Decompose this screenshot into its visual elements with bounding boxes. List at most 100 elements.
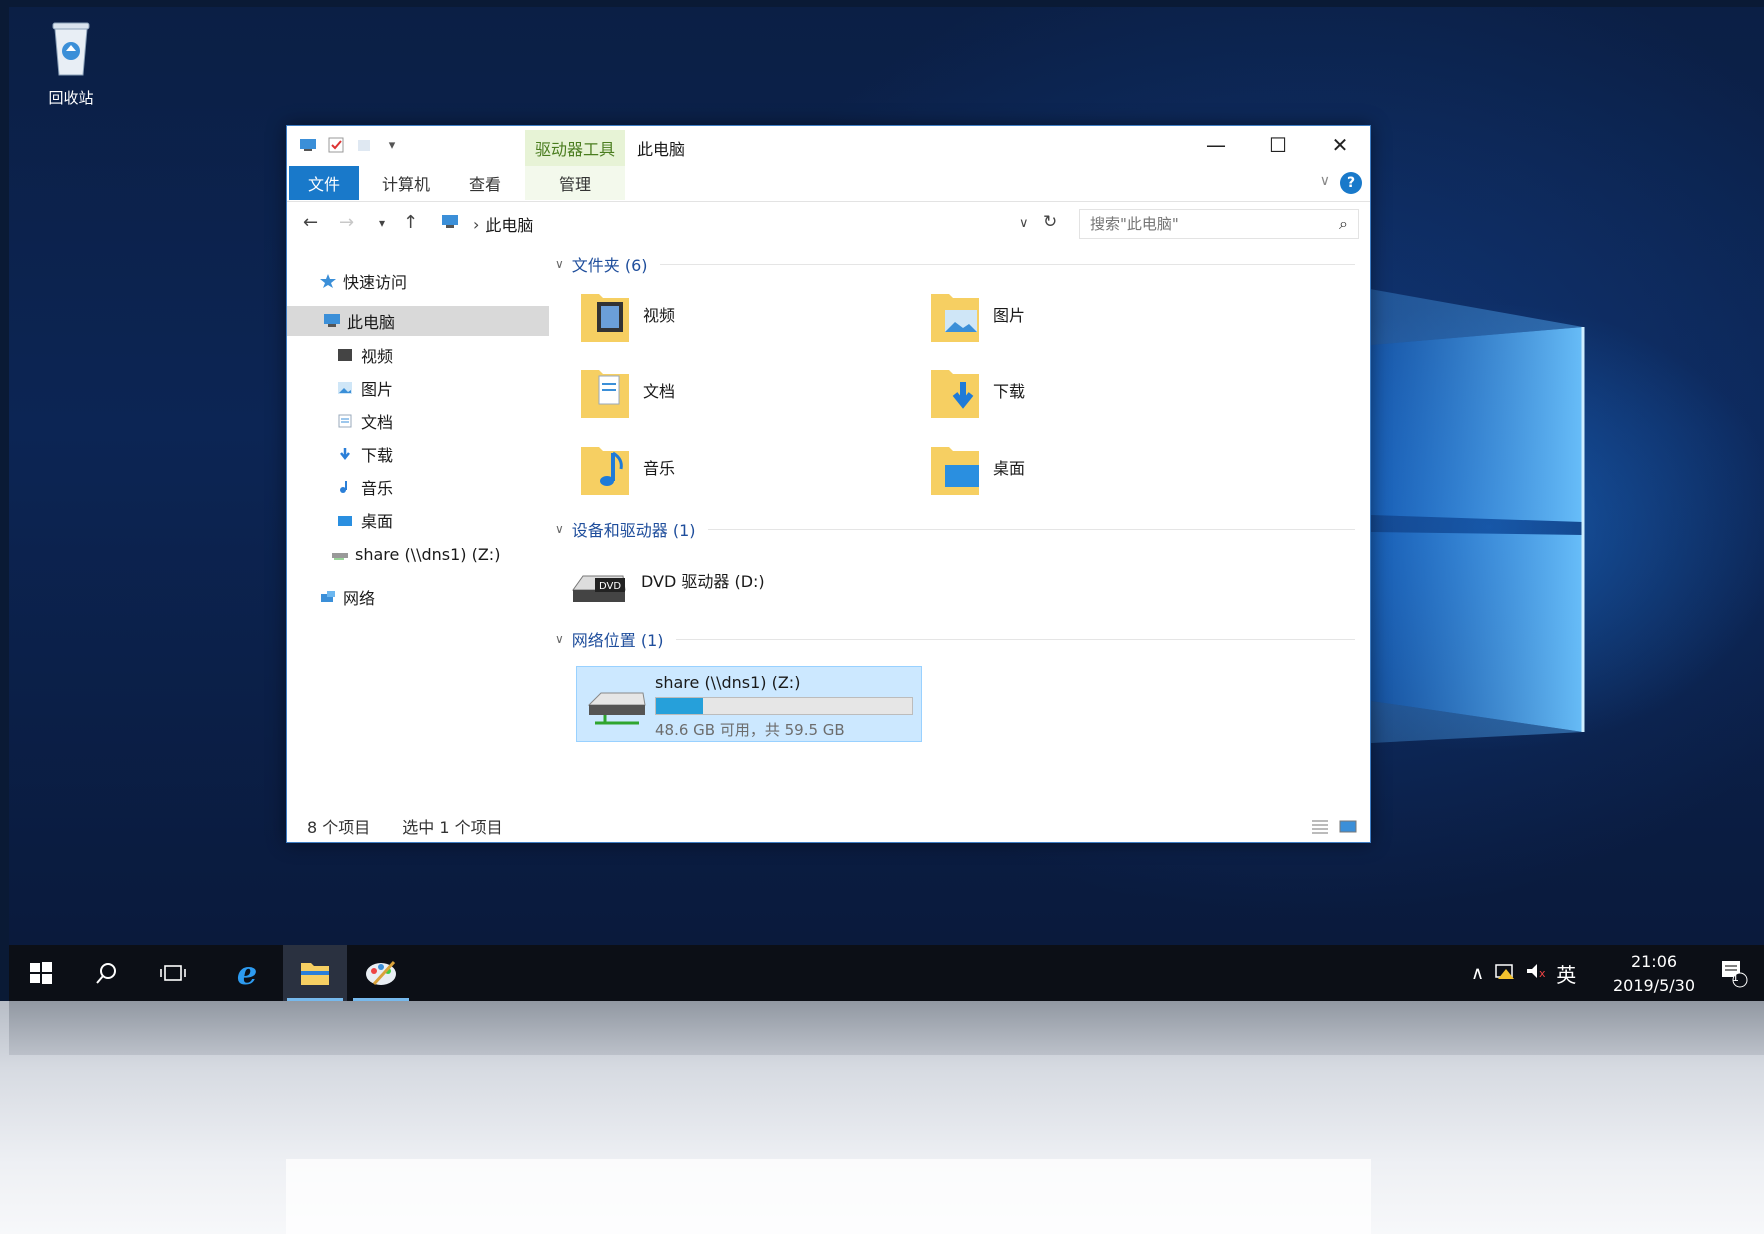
- tab-view[interactable]: 查看: [455, 166, 515, 200]
- search-input[interactable]: [1090, 215, 1320, 233]
- network-drive-icon: [331, 546, 349, 562]
- nav-item-desktop[interactable]: 桌面: [337, 505, 393, 535]
- search-icon[interactable]: ⌕: [1339, 214, 1348, 234]
- disk-usage-bar: [655, 697, 913, 715]
- selection-count: 选中 1 个项目: [402, 818, 503, 837]
- folder-desktop[interactable]: 桌面: [929, 437, 1025, 497]
- group-header-network-locations[interactable]: ∨ 网络位置 (1): [555, 627, 1355, 651]
- group-title: 网络位置 (1): [571, 631, 664, 650]
- new-folder-icon[interactable]: [353, 134, 375, 156]
- start-button[interactable]: [9, 945, 73, 1001]
- up-button[interactable]: ↑: [403, 212, 418, 233]
- details-view-icon[interactable]: [1310, 818, 1330, 834]
- tab-manage[interactable]: 管理: [525, 166, 625, 200]
- item-count: 8 个项目: [307, 818, 371, 837]
- breadcrumb-chevron-icon: ›: [473, 214, 480, 234]
- ribbon-tabs: 文件 计算机 查看 管理 ∨ ?: [287, 166, 1370, 202]
- this-pc-icon: [323, 313, 341, 329]
- folder-documents[interactable]: 文档: [579, 360, 675, 420]
- folder-videos[interactable]: 视频: [579, 284, 675, 344]
- recycle-bin[interactable]: 回收站: [31, 17, 111, 108]
- help-icon[interactable]: ?: [1340, 172, 1362, 194]
- folder-pictures[interactable]: 图片: [929, 284, 1025, 344]
- group-title: 设备和驱动器 (1): [571, 521, 696, 540]
- address-bar[interactable]: › 此电脑: [433, 209, 1057, 239]
- nav-item-label: share (\\dns1) (Z:): [355, 544, 501, 564]
- svg-text:e: e: [237, 956, 257, 990]
- minimize-button[interactable]: —: [1185, 126, 1247, 164]
- maximize-button[interactable]: ☐: [1247, 126, 1309, 164]
- window-title: 此电脑: [637, 140, 686, 159]
- nav-quick-access[interactable]: 快速访问: [319, 266, 549, 296]
- downloads-folder-icon: [931, 370, 979, 418]
- close-button[interactable]: ✕: [1309, 126, 1371, 164]
- task-view-button[interactable]: [141, 945, 205, 1001]
- expand-ribbon-icon[interactable]: ∨: [1320, 173, 1330, 189]
- dvd-drive-label: DVD 驱动器 (D:): [641, 572, 765, 591]
- refresh-icon[interactable]: ↻: [1043, 212, 1057, 232]
- system-tray: ∧ x 英: [1471, 945, 1576, 1001]
- breadcrumb-this-pc[interactable]: 此电脑: [485, 212, 533, 236]
- large-icons-view-icon[interactable]: [1338, 818, 1358, 834]
- dvd-drive[interactable]: DVD DVD 驱动器 (D:): [569, 550, 765, 610]
- network-status-icon[interactable]: [1494, 961, 1516, 985]
- desktop-folder-icon: [337, 512, 355, 528]
- collapse-chevron-icon: ∨: [555, 257, 564, 271]
- nav-item-videos[interactable]: 视频: [337, 340, 393, 370]
- nav-network[interactable]: 网络: [319, 582, 375, 612]
- this-pc-icon: [439, 214, 461, 234]
- file-explorer-taskbar-button[interactable]: [283, 945, 347, 1001]
- desktop-folder-icon: [931, 447, 979, 495]
- internet-explorer-button[interactable]: e: [215, 945, 279, 1001]
- search-box[interactable]: ⌕: [1079, 209, 1359, 239]
- folder-label: 下载: [993, 382, 1026, 401]
- address-dropdown-icon[interactable]: ∨: [1019, 216, 1029, 231]
- customize-toolbar-icon[interactable]: ▾: [381, 134, 403, 156]
- star-icon: [319, 273, 337, 289]
- volume-muted-icon[interactable]: x: [1524, 961, 1548, 985]
- nav-item-music[interactable]: 音乐: [337, 472, 393, 502]
- show-hidden-icons-icon[interactable]: ∧: [1471, 963, 1484, 984]
- group-header-devices[interactable]: ∨ 设备和驱动器 (1): [555, 517, 1355, 541]
- properties-icon[interactable]: [325, 134, 347, 156]
- reflected-taskbar: [9, 1001, 1764, 1055]
- documents-folder-icon: [581, 370, 629, 418]
- nav-item-share-drive[interactable]: share (\\dns1) (Z:): [331, 539, 500, 569]
- clock-time: 21:06: [1630, 952, 1678, 971]
- folder-music[interactable]: 音乐: [579, 437, 675, 497]
- address-row: ← → ▾ ↑ › 此电脑 ∨ ↻ ⌕: [287, 202, 1370, 246]
- folder-label: 图片: [993, 306, 1026, 325]
- nav-item-label: 视频: [361, 347, 394, 366]
- recycle-bin-label: 回收站: [48, 89, 94, 107]
- paint-app-button[interactable]: [349, 945, 413, 1001]
- svg-text:DVD: DVD: [599, 581, 621, 592]
- nav-this-pc[interactable]: 此电脑: [287, 306, 549, 336]
- clock[interactable]: 21:06 2019/5/30: [1599, 950, 1709, 998]
- nav-item-documents[interactable]: 文档: [337, 406, 393, 436]
- videos-folder-icon: [581, 294, 629, 342]
- network-drive-share[interactable]: share (\\dns1) (Z:) 48.6 GB 可用，共 59.5 GB: [576, 666, 922, 742]
- videos-icon: [337, 347, 355, 363]
- collapse-chevron-icon: ∨: [555, 522, 564, 536]
- recent-locations-icon[interactable]: ▾: [379, 216, 385, 230]
- title-bar[interactable]: ▾ 驱动器工具 此电脑 — ☐ ✕: [287, 126, 1370, 166]
- nav-item-pictures[interactable]: 图片: [337, 373, 393, 403]
- forward-button[interactable]: →: [339, 212, 354, 233]
- music-icon: [337, 479, 355, 495]
- nav-item-downloads[interactable]: 下载: [337, 439, 393, 469]
- windows-start-icon: [30, 962, 52, 984]
- pictures-icon: [337, 380, 355, 396]
- search-button[interactable]: [75, 945, 139, 1001]
- tab-computer[interactable]: 计算机: [371, 166, 441, 200]
- this-pc-small-icon: [297, 134, 319, 156]
- back-button[interactable]: ←: [303, 212, 318, 233]
- folder-downloads[interactable]: 下载: [929, 360, 1025, 420]
- tab-file[interactable]: 文件: [289, 166, 359, 200]
- input-method-indicator[interactable]: 英: [1556, 959, 1576, 988]
- status-bar: 8 个项目 选中 1 个项目: [287, 810, 1370, 842]
- internet-explorer-icon: e: [237, 956, 257, 990]
- network-drive-name: share (\\dns1) (Z:): [655, 673, 801, 692]
- action-center-button[interactable]: 1: [1705, 945, 1761, 1001]
- group-header-folders[interactable]: ∨ 文件夹 (6): [555, 252, 1355, 276]
- folder-label: 音乐: [643, 459, 676, 478]
